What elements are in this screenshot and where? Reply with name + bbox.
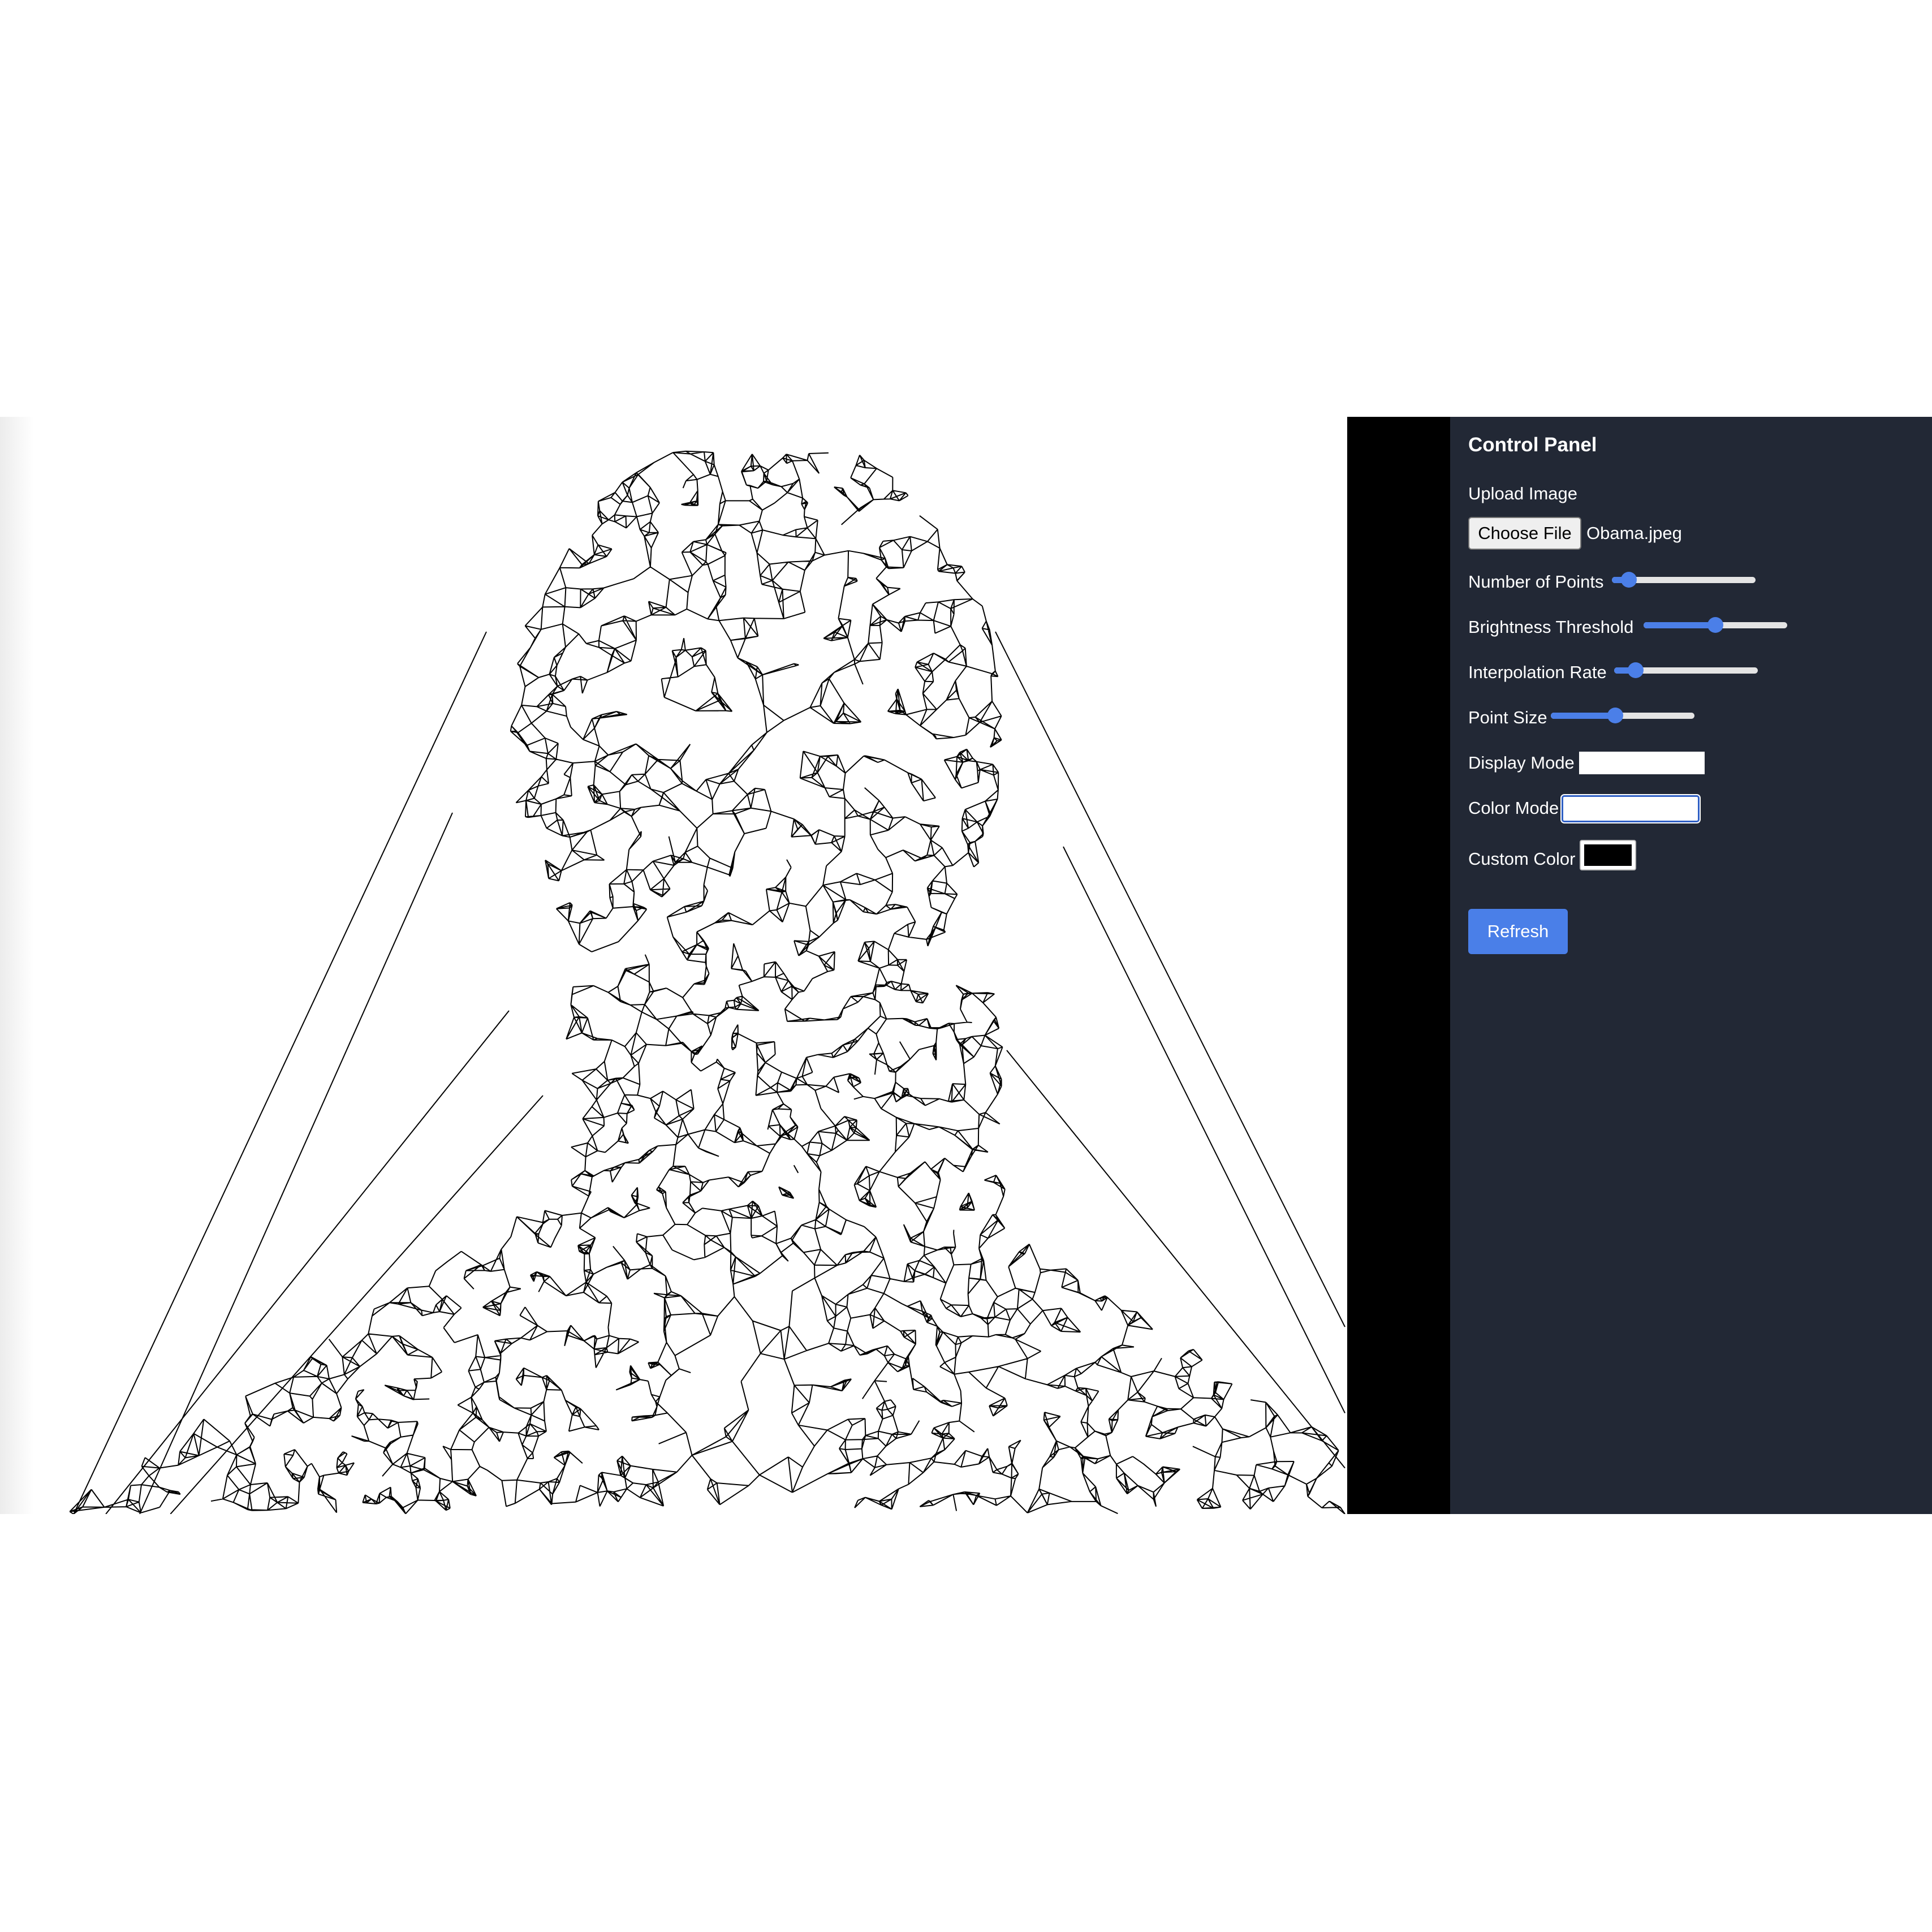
canvas-gutter [1347, 417, 1450, 1514]
interpolation-rate-slider[interactable] [1614, 661, 1758, 680]
brightness-threshold-slider[interactable] [1644, 615, 1787, 635]
slider-thumb[interactable] [1621, 572, 1637, 588]
triangle-mesh [69, 450, 1346, 1514]
display-mode-select[interactable] [1579, 752, 1705, 774]
color-swatch-fill [1584, 844, 1632, 866]
mesh-lines [69, 450, 1346, 1514]
interpolation-rate-label: Interpolation Rate [1468, 662, 1607, 682]
point-size-label: Point Size [1468, 708, 1547, 727]
choose-file-button[interactable]: Choose File [1468, 517, 1581, 550]
triangulation-canvas[interactable] [0, 417, 1349, 1514]
color-mode-label: Color Mode [1468, 798, 1559, 818]
control-panel: Control Panel Upload Image Choose File O… [1450, 417, 1932, 1514]
slider-thumb[interactable] [1607, 708, 1624, 723]
mesh-edges [69, 450, 1346, 1514]
custom-color-picker[interactable] [1580, 840, 1636, 870]
refresh-button[interactable]: Refresh [1468, 909, 1568, 954]
number-of-points-slider[interactable] [1612, 570, 1756, 589]
display-mode-label: Display Mode [1468, 753, 1575, 773]
slider-fill [1644, 622, 1715, 628]
file-name: Obama.jpeg [1586, 523, 1682, 543]
point-size-slider[interactable] [1551, 706, 1694, 725]
app-stage: Control Panel Upload Image Choose File O… [0, 417, 1932, 1514]
brightness-threshold-label: Brightness Threshold [1468, 617, 1634, 637]
number-of-points-label: Number of Points [1468, 572, 1604, 592]
custom-color-label: Custom Color [1468, 849, 1576, 869]
panel-title: Control Panel [1468, 434, 1597, 456]
slider-thumb[interactable] [1707, 617, 1723, 633]
slider-thumb[interactable] [1628, 662, 1644, 678]
color-mode-select[interactable] [1562, 795, 1700, 822]
slider-fill [1551, 713, 1616, 719]
upload-image-label: Upload Image [1468, 484, 1578, 503]
